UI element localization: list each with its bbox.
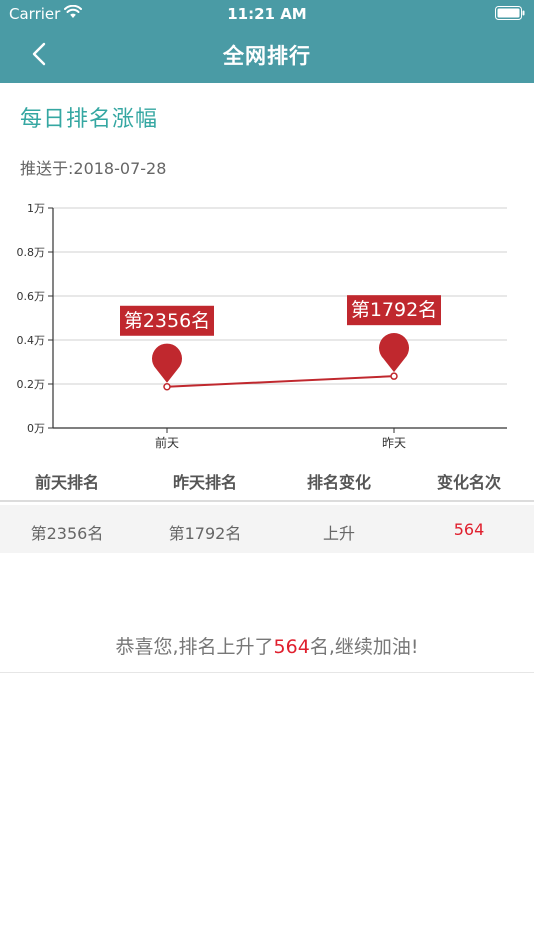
app-header: Carrier 11:21 AM 全网排行 [0, 0, 534, 83]
cell-rank-change: 上升 [322, 524, 355, 543]
congrats-prefix: 恭喜您,排名上升了 [115, 636, 274, 658]
data-point [163, 383, 171, 391]
table-header: 前天排名 昨天排名 排名变化 变化名次 [0, 460, 534, 502]
x-tick-label: 昨天 [382, 436, 406, 450]
page-title: 全网排行 [223, 44, 311, 68]
data-point [390, 372, 398, 380]
clock: 11:21 AM [227, 5, 307, 23]
map-pin-icon [379, 332, 410, 373]
col-header-yesterday-rank: 昨天排名 [172, 473, 237, 492]
y-tick-label: 1万 [27, 202, 45, 215]
y-tick-label: 0.6万 [17, 290, 46, 303]
section-title: 每日排名涨幅 [20, 107, 159, 132]
y-tick-label: 0.4万 [17, 334, 46, 347]
y-tick-label: 0.2万 [17, 378, 46, 391]
col-header-rank-change: 排名变化 [306, 473, 371, 492]
congrats-number: 564 [273, 636, 310, 658]
series-line [166, 375, 395, 388]
table-row: 第2356名 第1792名 上升 564 [0, 505, 534, 553]
congrats-message: 恭喜您,排名上升了564名,继续加油! [0, 632, 534, 659]
navigation-bar: 全网排行 [0, 28, 534, 83]
cell-prev-rank: 第2356名 [30, 524, 104, 543]
cell-yesterday-rank: 第1792名 [168, 524, 242, 543]
x-tick-label: 前天 [155, 435, 179, 450]
data-label: 第1792名 [351, 299, 437, 321]
map-pin-icon [152, 343, 183, 383]
y-tick-label: 0万 [27, 422, 45, 435]
push-date: 推送于:2018-07-28 [20, 159, 167, 178]
col-header-change-count: 变化名次 [436, 473, 501, 492]
data-label: 第2356名 [124, 310, 210, 332]
cell-change-count: 564 [453, 520, 485, 539]
y-tick-label: 0.8万 [17, 246, 46, 259]
ranking-line-chart: 0万 0.2万 0.4万 0.6万 0.8万 1万前天 昨天 第2356名 第1792名 [17, 202, 507, 450]
congrats-suffix: 名,继续加油! [309, 636, 419, 658]
col-header-prev-rank: 前天排名 [34, 473, 99, 492]
status-bar: Carrier 11:21 AM [0, 0, 534, 28]
divider [0, 672, 534, 673]
battery-icon [495, 6, 525, 20]
